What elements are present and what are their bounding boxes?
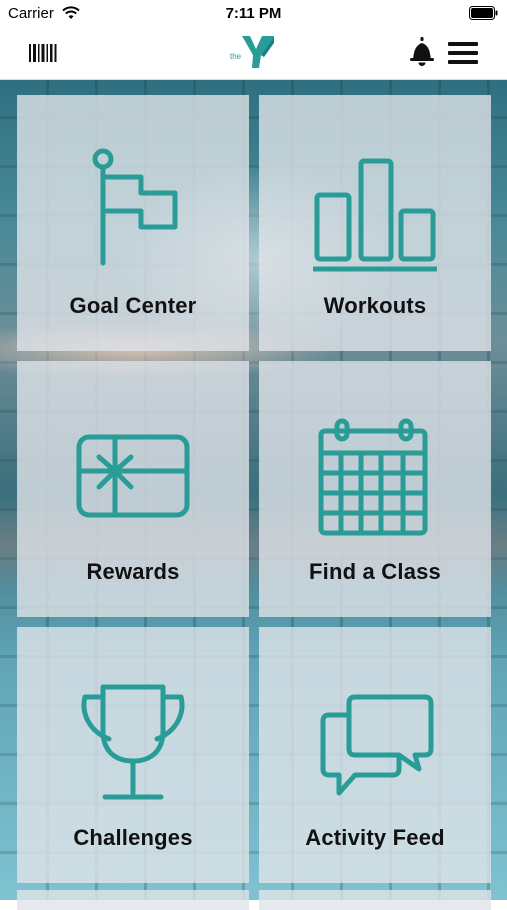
tile-label: Workouts xyxy=(323,293,427,318)
chat-bubbles-icon xyxy=(320,694,434,796)
tile-partial[interactable] xyxy=(17,890,249,910)
gift-card-icon xyxy=(76,434,190,518)
menu-icon[interactable] xyxy=(448,41,478,65)
logo-text: the xyxy=(230,52,242,61)
barcode-icon[interactable] xyxy=(29,42,57,64)
tile-workouts[interactable]: Workouts xyxy=(259,95,491,351)
tile-label: Find a Class xyxy=(309,559,441,584)
tile-rewards[interactable]: Rewards xyxy=(17,361,249,617)
tile-label: Rewards xyxy=(86,559,180,584)
tile-label: Activity Feed xyxy=(305,825,445,850)
tile-activity-feed[interactable]: Activity Feed xyxy=(259,627,491,883)
tile-label: Challenges xyxy=(73,825,193,850)
tile-goal-center[interactable]: Goal Center xyxy=(17,95,249,351)
battery-icon xyxy=(469,6,498,20)
tile-challenges[interactable]: Challenges xyxy=(17,627,249,883)
tile-partial[interactable] xyxy=(259,890,491,910)
flag-icon xyxy=(92,148,178,266)
calendar-icon xyxy=(318,418,428,536)
nav-bar: the xyxy=(0,28,507,80)
bell-icon[interactable] xyxy=(409,37,435,67)
clock: 7:11 PM xyxy=(225,5,282,22)
status-bar: Carrier 7:11 PM xyxy=(0,0,507,28)
trophy-icon xyxy=(81,684,185,800)
ymca-logo: the xyxy=(230,36,274,68)
bar-chart-icon xyxy=(313,158,437,272)
tile-find-a-class[interactable]: Find a Class xyxy=(259,361,491,617)
tile-label: Goal Center xyxy=(69,293,197,318)
